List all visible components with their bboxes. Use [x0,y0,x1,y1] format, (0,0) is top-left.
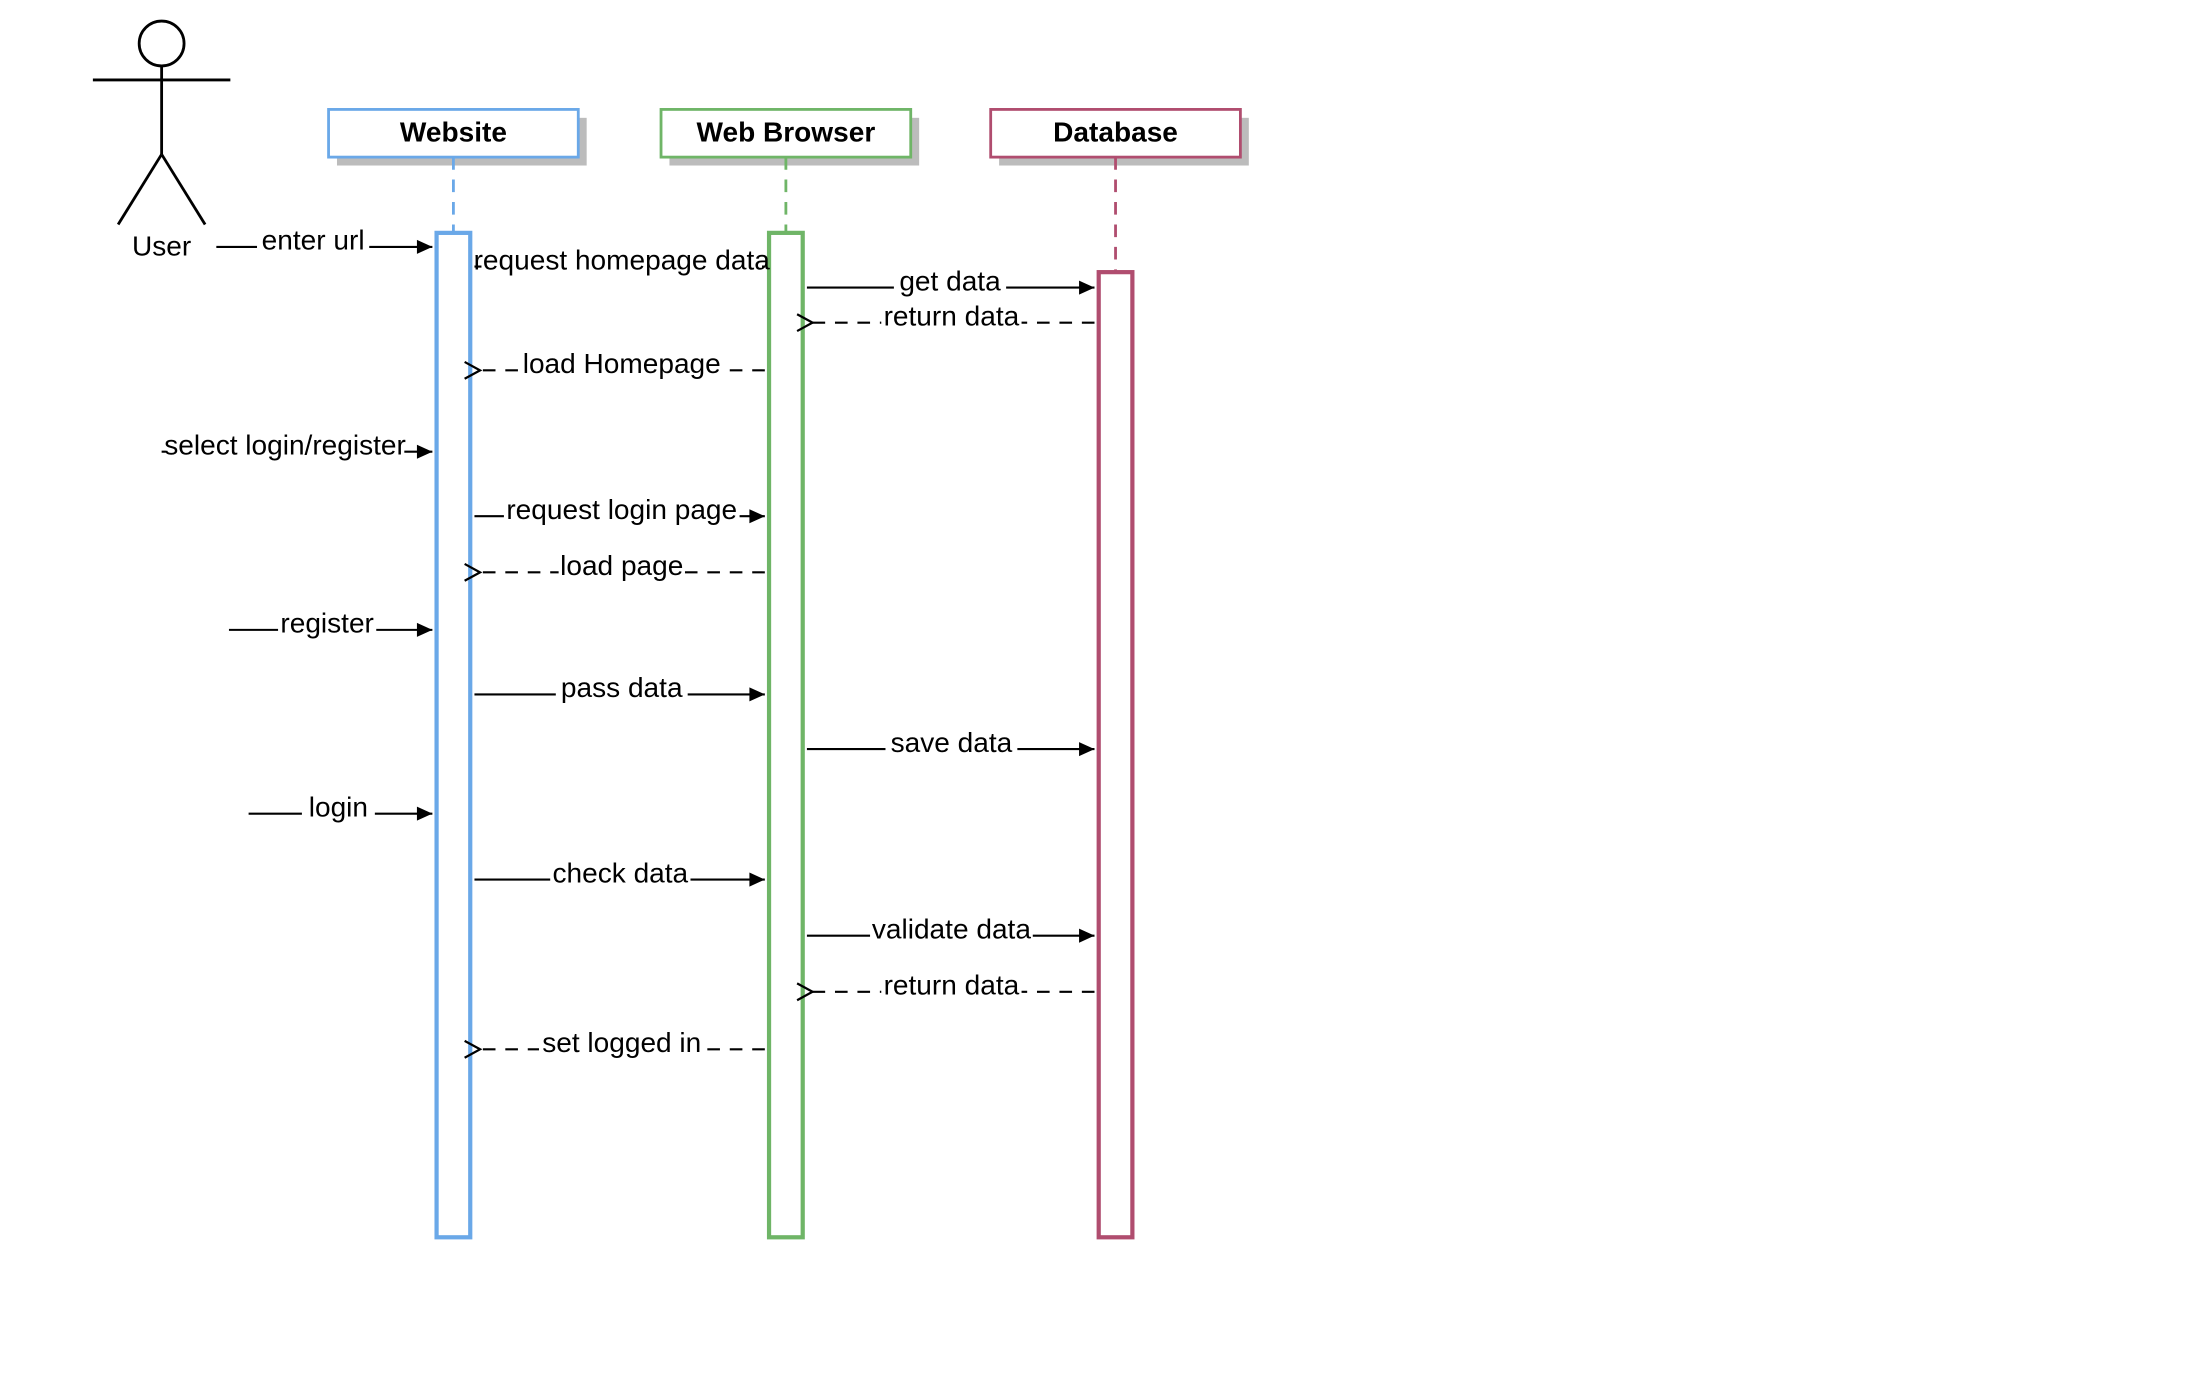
svg-text:select login/register: select login/register [164,430,406,461]
svg-text:request homepage data: request homepage data [474,244,771,275]
svg-text:set logged in: set logged in [542,1027,701,1058]
activation-database [1099,272,1133,1237]
msg-load-page: load page [480,550,765,581]
svg-text:return data: return data [884,300,1020,331]
lifeline-website-header: Website [329,109,587,165]
lifeline-website-label: Website [400,117,507,148]
activation-browser [769,233,803,1237]
svg-text:request login page: request login page [506,494,737,525]
lifeline-database-header: Database [991,109,1249,165]
msg-select-login-register: select login/register [162,429,433,460]
svg-text:login: login [309,791,368,822]
lifeline-database-label: Database [1053,117,1178,148]
msg-return-data-1: return data [813,300,1095,331]
svg-text:validate data: validate data [872,913,1031,944]
actor-label: User [132,230,191,261]
svg-text:get data: get data [899,265,1001,296]
msg-set-logged-in: set logged in [480,1027,765,1058]
activation-website [437,233,471,1237]
msg-login: login [249,791,433,822]
msg-check-data: check data [474,857,764,888]
msg-register: register [229,607,432,638]
svg-text:enter url: enter url [262,225,365,256]
lifeline-browser-label: Web Browser [697,117,876,148]
sequence-diagram: User Website Web Browser Database enter … [0,0,2189,1393]
msg-request-login-page: request login page [474,494,764,525]
msg-save-data: save data [807,727,1095,758]
msg-get-data: get data [807,265,1095,296]
svg-text:register: register [280,608,374,639]
msg-pass-data: pass data [474,672,764,703]
svg-text:save data: save data [891,727,1013,758]
msg-validate-data: validate data [807,913,1095,944]
svg-text:check data: check data [553,857,689,888]
actor-user [93,21,230,224]
msg-enter-url: enter url [216,224,432,255]
msg-request-homepage: request homepage data [474,244,771,275]
lifeline-browser-header: Web Browser [661,109,919,165]
svg-text:load page: load page [560,550,683,581]
svg-text:load Homepage: load Homepage [523,348,721,379]
msg-return-data-2: return data [813,969,1095,1000]
msg-load-homepage: load Homepage [480,348,765,379]
svg-text:pass data: pass data [561,672,683,703]
svg-text:return data: return data [884,970,1020,1001]
